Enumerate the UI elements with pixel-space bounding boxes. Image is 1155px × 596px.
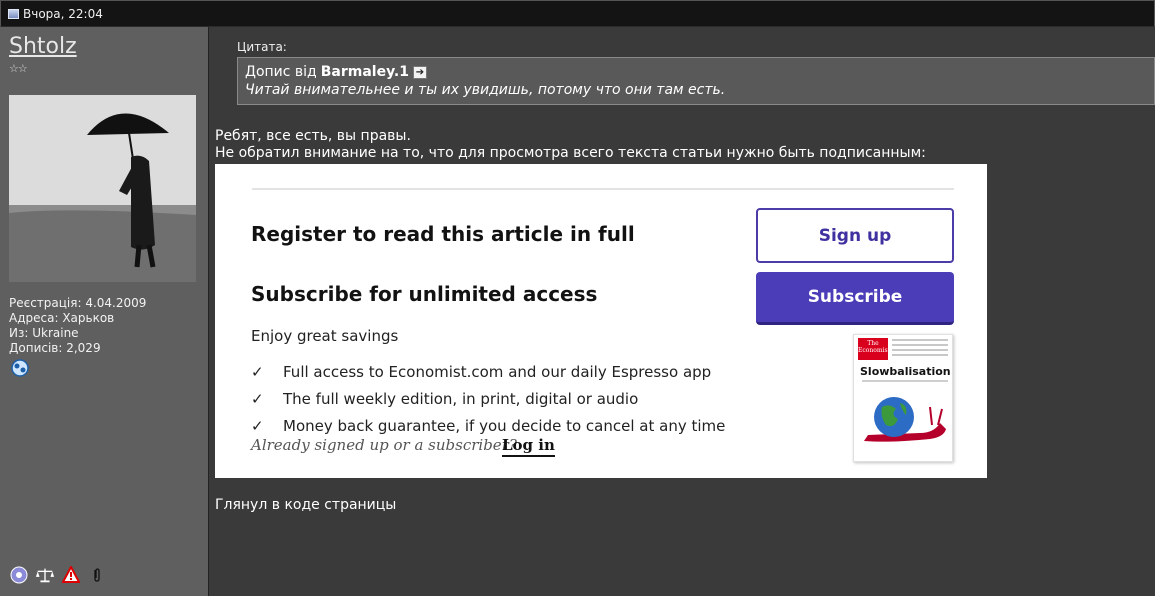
rank-stars: ☆☆ xyxy=(9,62,28,75)
quote-author-line: Допис від Barmaley.1 ➔ xyxy=(245,64,1147,80)
cover-title: Slowbalisation xyxy=(860,365,951,378)
register-heading: Register to read this article in full xyxy=(251,222,635,246)
badge-icon xyxy=(11,359,29,377)
divider xyxy=(252,188,954,190)
cover-masthead: The Economist xyxy=(858,338,890,360)
message-after-text: Глянул в коде страницы xyxy=(215,497,397,513)
message-line: Не обратил внимание на то, что для просм… xyxy=(215,145,926,161)
embedded-screenshot: Register to read this article in full Su… xyxy=(215,164,987,478)
snail-globe-image xyxy=(864,397,946,442)
user-address: Адреса: Харьков xyxy=(9,311,115,325)
post-header: Вчора, 22:04 xyxy=(0,0,1155,27)
quote-text: Читай внимательнее и ты их увидишь, пото… xyxy=(245,82,726,98)
quote-link-icon[interactable]: ➔ xyxy=(413,65,427,79)
benefits-list: ✓ Full access to Economist.com and our da… xyxy=(251,358,725,439)
user-posts-count: Дописів: 2,029 xyxy=(9,341,101,355)
subscribe-heading: Subscribe for unlimited access xyxy=(251,282,598,306)
user-info-column: Shtolz ☆☆ Реєстрація: 4.04.2009 Адреса: … xyxy=(0,27,209,596)
already-subscriber-text: Already signed up or a subscriber? xyxy=(251,436,517,454)
list-item: ✓ Full access to Economist.com and our da… xyxy=(251,358,725,385)
benefit-text: Full access to Economist.com and our dai… xyxy=(283,362,712,381)
user-actions xyxy=(9,565,107,585)
status-icon[interactable] xyxy=(9,565,29,585)
post-icon xyxy=(8,8,19,19)
quote-label: Цитата: xyxy=(237,40,287,54)
check-icon: ✓ xyxy=(251,362,264,381)
magazine-cover: The Economist Slowbalisation xyxy=(853,334,953,462)
avatar xyxy=(9,95,196,282)
attachment-icon[interactable] xyxy=(87,565,107,585)
quote-prefix: Допис від xyxy=(245,64,317,80)
user-stats: Реєстрація: 4.04.2009 Адреса: Харьков Из… xyxy=(9,296,146,356)
login-link[interactable]: Log in xyxy=(502,436,555,457)
message-line: Ребят, все есть, вы правы. xyxy=(215,128,411,144)
benefit-text: Money back guarantee, if you decide to c… xyxy=(283,416,726,435)
user-registration: Реєстрація: 4.04.2009 xyxy=(9,296,147,310)
quote-author: Barmaley.1 xyxy=(320,64,409,80)
post-date: Вчора, 22:04 xyxy=(23,6,103,21)
check-icon: ✓ xyxy=(251,416,264,435)
list-item: ✓ The full weekly edition, in print, digi… xyxy=(251,385,725,412)
check-icon: ✓ xyxy=(251,389,264,408)
subscribe-button[interactable]: Subscribe xyxy=(756,272,954,325)
post-content: Цитата: Допис від Barmaley.1 ➔ Читай вни… xyxy=(209,27,1155,596)
scales-icon[interactable] xyxy=(35,565,55,585)
benefit-text: The full weekly edition, in print, digit… xyxy=(283,389,639,408)
signup-button[interactable]: Sign up xyxy=(756,208,954,263)
username-link[interactable]: Shtolz xyxy=(9,34,77,59)
user-from: Из: Ukraine xyxy=(9,326,79,340)
warning-icon[interactable] xyxy=(61,565,81,585)
quote-box: Допис від Barmaley.1 ➔ Читай внимательне… xyxy=(237,57,1155,105)
message-text: Ребят, все есть, вы правы. Не обратил вн… xyxy=(215,128,926,162)
list-item: ✓ Money back guarantee, if you decide to … xyxy=(251,412,725,439)
savings-text: Enjoy great savings xyxy=(251,327,399,345)
